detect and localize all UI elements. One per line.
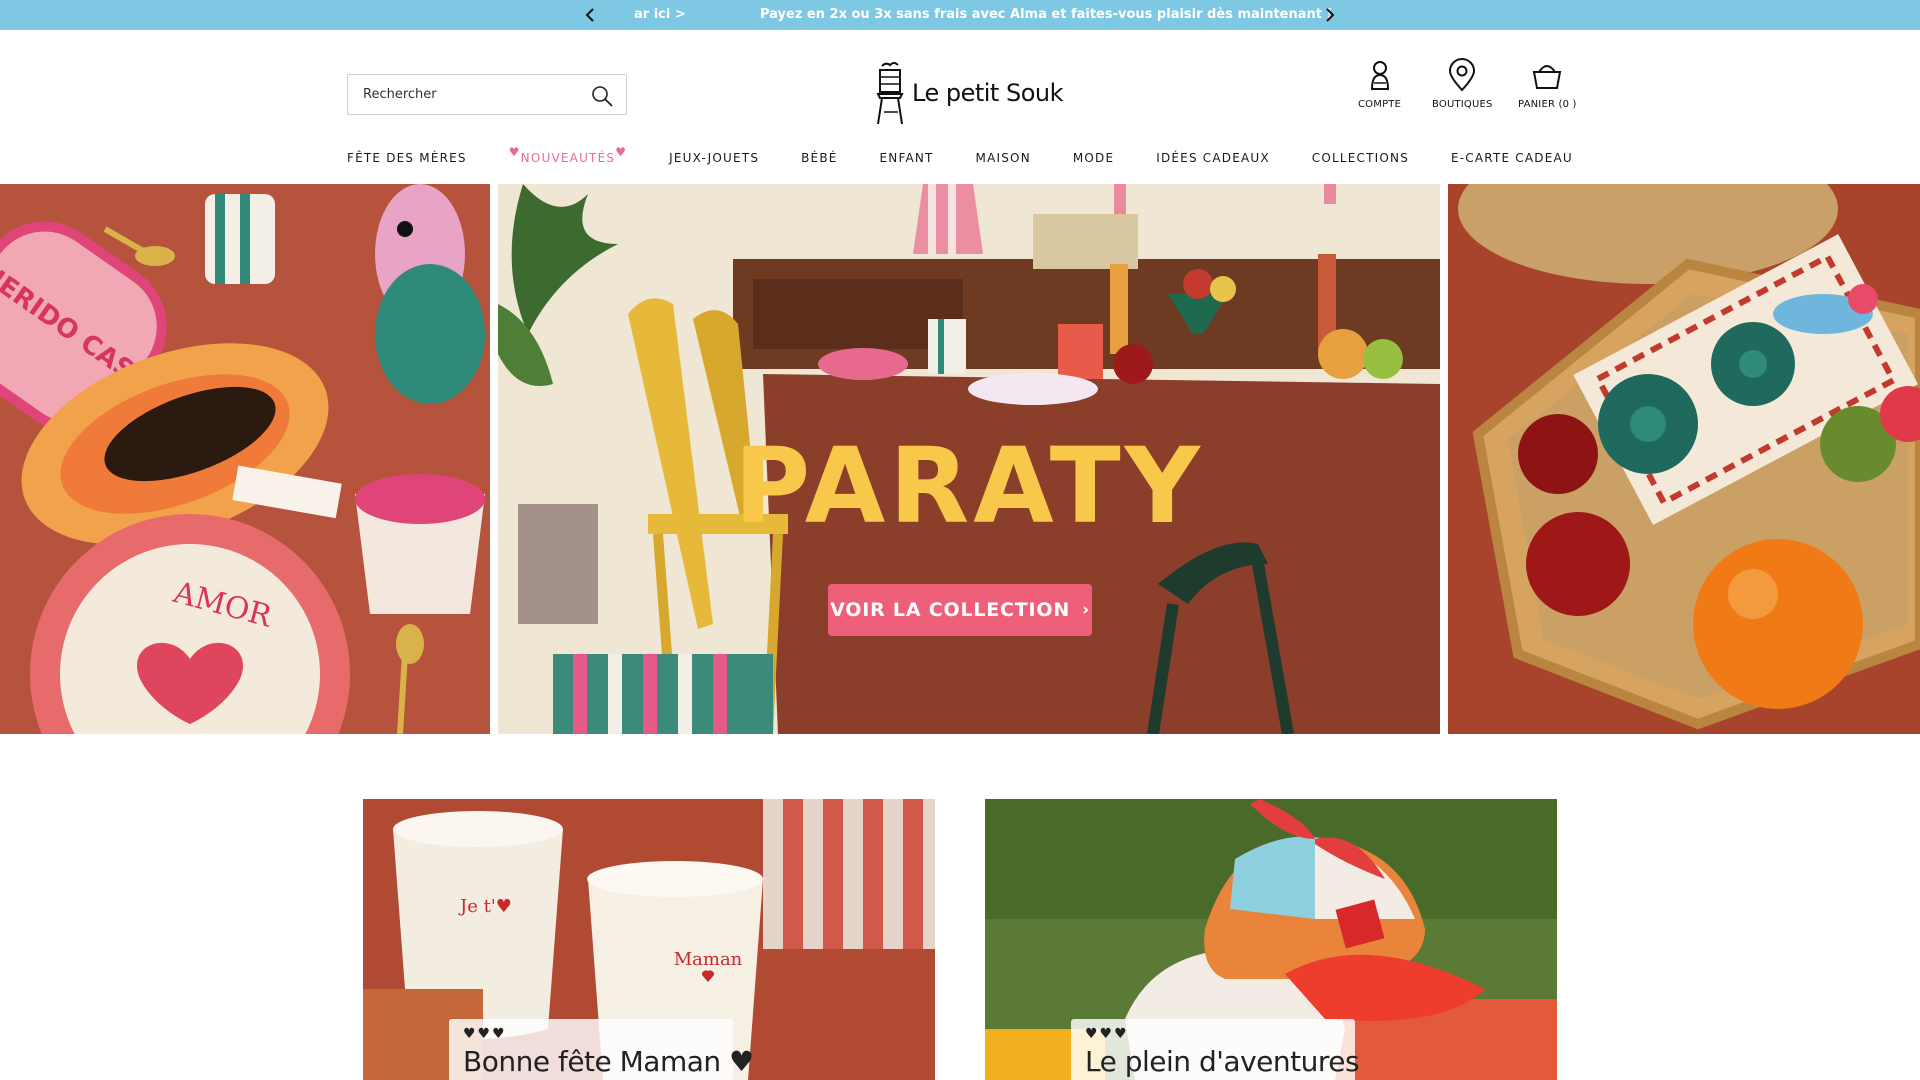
cart-link[interactable]: PANIER (0 ) [1518,58,1577,110]
stores-link[interactable]: BOUTIQUES [1432,58,1493,110]
announcement-bar: ar ici > Payez en 2x ou 3x sans frais av… [0,0,1920,30]
nav-item-idees-cadeaux[interactable]: IDÉES CADEAUX [1156,151,1270,165]
announcement-next-button[interactable] [1314,0,1344,30]
nav-item-nouveautes-label: NOUVEAUTÉS [520,151,616,165]
fruit-basket-illustration [1448,184,1920,734]
cart-label: PANIER (0 ) [1518,99,1577,110]
nav-item-enfant[interactable]: ENFANT [880,151,934,165]
search-input[interactable] [348,87,578,102]
main-navigation: FÊTE DES MÈRES ♥NOUVEAUTÉS♥ JEUX-JOUETS … [347,145,1573,170]
announcement-prev-button[interactable] [576,0,606,30]
hero-title: PARATY [734,425,1204,547]
view-collection-label: VOIR LA COLLECTION [830,599,1071,621]
logo-text: Le petit Souk [912,79,1064,107]
announcement-previous-fragment[interactable]: ar ici > [634,7,686,22]
nav-item-e-carte-cadeau[interactable]: E-CARTE CADEAU [1451,151,1573,165]
map-pin-icon [1449,58,1476,92]
still-life-illustration: QUERIDO CASA AMOR [0,184,490,734]
nav-item-nouveautes[interactable]: ♥NOUVEAUTÉS♥ [509,145,627,165]
chevron-left-icon [585,8,594,22]
nav-item-bebe[interactable]: BÉBÉ [801,151,837,165]
heart-icon: ♥ [615,145,628,159]
heart-icon: ♥ [508,145,521,159]
site-logo[interactable]: Le petit Souk [872,60,1064,126]
hero-center-image[interactable]: PARATY VOIR LA COLLECTION › [498,184,1440,734]
hero-right-image[interactable] [1448,184,1920,734]
chevron-right-icon: › [1082,600,1090,620]
nav-item-fete-des-meres[interactable]: FÊTE DES MÈRES [347,151,467,165]
announcement-message[interactable]: Payez en 2x ou 3x sans frais avec Alma e… [760,7,1332,22]
hero-banner: QUERIDO CASA AMOR PARATY VOIR LA COLLECT… [0,184,1920,734]
cup-text-2: Maman [674,949,743,970]
hearts-decor: ♥♥♥ [1085,1026,1129,1042]
nav-item-mode[interactable]: MODE [1073,151,1114,165]
nav-item-maison[interactable]: MAISON [976,151,1031,165]
card-caption: ♥♥♥ Le plein d'aventures [1071,1019,1360,1080]
card-caption: ♥♥♥ Bonne fête Maman ♥ [449,1019,754,1080]
search-icon[interactable] [590,84,614,108]
account-label: COMPTE [1358,99,1402,110]
user-icon [1370,61,1389,90]
nav-item-jeux-jouets[interactable]: JEUX-JOUETS [669,151,759,165]
account-link[interactable]: COMPTE [1358,58,1401,110]
basket-icon [1533,65,1562,89]
chair-logo-icon [876,62,904,125]
card-title: Bonne fête Maman ♥ [463,1045,754,1078]
chevron-right-icon [1326,8,1335,22]
site-header: Le petit Souk COMPTE BOUTIQUES PANIER (0… [0,30,1920,184]
stores-label: BOUTIQUES [1432,99,1493,110]
cup-text-1: Je t'♥ [458,896,512,917]
nav-item-collections[interactable]: COLLECTIONS [1312,151,1409,165]
view-collection-button[interactable]: VOIR LA COLLECTION › [828,584,1092,636]
card-title: Le plein d'aventures [1085,1045,1360,1078]
search-box [347,74,627,115]
hearts-decor: ♥♥♥ [463,1026,507,1042]
feature-card-mothers-day[interactable]: Je t'♥ Maman ♥♥♥ Bonne fête Maman ♥ [363,799,935,1080]
feature-card-adventures[interactable]: ♥♥♥ Le plein d'aventures [985,799,1557,1080]
hero-left-image[interactable]: QUERIDO CASA AMOR [0,184,490,734]
